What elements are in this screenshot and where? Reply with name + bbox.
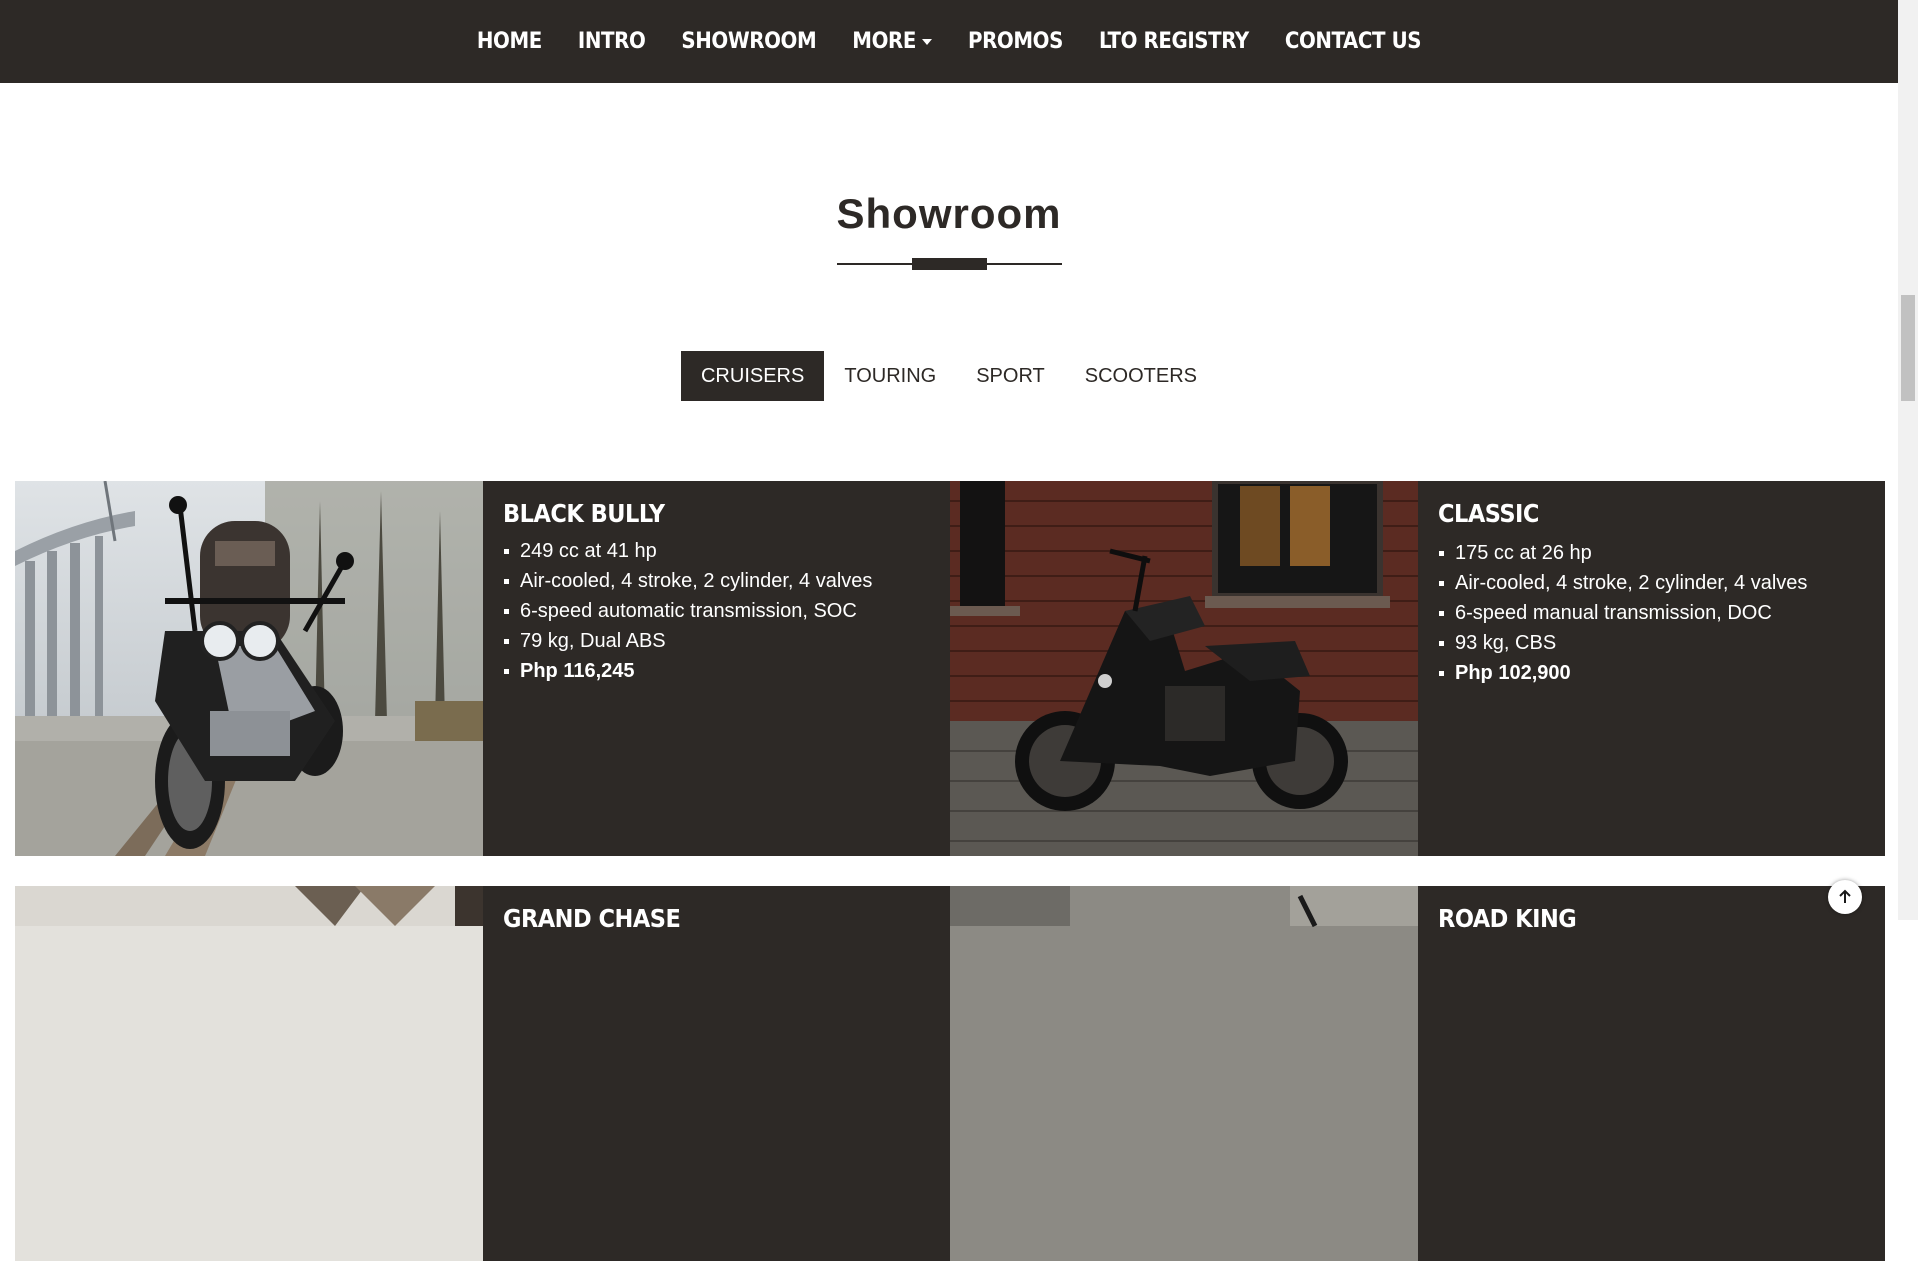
nav-contact-us[interactable]: CONTACT US	[1285, 29, 1422, 54]
price: Php 116,245	[503, 656, 930, 686]
page-scrollbar[interactable]	[1898, 0, 1918, 920]
tab-cruisers[interactable]: CRUISERS	[680, 351, 825, 401]
product-name: CLASSIC	[1438, 499, 1539, 528]
product-name: BLACK BULLY	[503, 499, 665, 528]
nav-intro[interactable]: INTRO	[578, 29, 646, 54]
top-navbar: HOME INTRO SHOWROOM MORE PROMOS LTO REGI…	[0, 0, 1898, 83]
classic-details: CLASSIC 175 cc at 26 hp Air-cooled, 4 st…	[1418, 481, 1885, 856]
category-tabs: CRUISERS TOURING SPORT SCOOTERS	[0, 351, 1898, 401]
spec-list: 249 cc at 41 hp Air-cooled, 4 stroke, 2 …	[503, 536, 930, 686]
grand-chase-photo	[15, 886, 483, 1261]
scrollbar-thumb[interactable]	[1901, 295, 1915, 401]
arrow-up-icon	[1839, 889, 1851, 903]
classic-photo	[950, 481, 1418, 856]
black-bully-details: BLACK BULLY 249 cc at 41 hp Air-cooled, …	[483, 481, 950, 856]
tab-touring[interactable]: TOURING	[824, 351, 956, 401]
spec-item: Air-cooled, 4 stroke, 2 cylinder, 4 valv…	[1438, 568, 1865, 598]
spec-item: 6-speed manual transmission, DOC	[1438, 598, 1865, 628]
black-bully-photo	[15, 481, 483, 856]
section-title: Showroom	[836, 190, 1062, 237]
price: Php 102,900	[1438, 658, 1865, 688]
product-name: GRAND CHASE	[503, 904, 681, 933]
tab-scooters[interactable]: SCOOTERS	[1065, 351, 1217, 401]
nav-showroom[interactable]: SHOWROOM	[681, 29, 816, 54]
nav-promos[interactable]: PROMOS	[968, 29, 1063, 54]
title-divider-accent	[912, 258, 987, 270]
product-card-black-bully[interactable]: BLACK BULLY 249 cc at 41 hp Air-cooled, …	[15, 481, 950, 856]
spec-item: 79 kg, Dual ABS	[503, 626, 930, 656]
tab-sport[interactable]: SPORT	[956, 351, 1065, 401]
spec-list: 175 cc at 26 hp Air-cooled, 4 stroke, 2 …	[1438, 538, 1865, 688]
caret-down-icon	[921, 38, 932, 45]
spec-item: 249 cc at 41 hp	[503, 536, 930, 566]
product-card-road-king[interactable]: ROAD KING	[950, 886, 1885, 1261]
spec-item: 175 cc at 26 hp	[1438, 538, 1865, 568]
spec-item: 6-speed automatic transmission, SOC	[503, 596, 930, 626]
road-king-photo	[950, 886, 1418, 1261]
product-card-classic[interactable]: CLASSIC 175 cc at 26 hp Air-cooled, 4 st…	[950, 481, 1885, 856]
nav-more-label: MORE	[852, 29, 916, 54]
nav-lto-registry[interactable]: LTO REGISTRY	[1099, 29, 1249, 54]
grand-chase-details: GRAND CHASE	[483, 886, 950, 1261]
spec-item: Air-cooled, 4 stroke, 2 cylinder, 4 valv…	[503, 566, 930, 596]
product-card-grand-chase[interactable]: GRAND CHASE	[15, 886, 950, 1261]
back-to-top-button[interactable]	[1828, 880, 1862, 914]
road-king-details: ROAD KING	[1418, 886, 1885, 1261]
nav-more-dropdown[interactable]: MORE	[852, 29, 932, 54]
nav-home[interactable]: HOME	[477, 29, 542, 54]
spec-item: 93 kg, CBS	[1438, 628, 1865, 658]
product-name: ROAD KING	[1438, 904, 1577, 933]
